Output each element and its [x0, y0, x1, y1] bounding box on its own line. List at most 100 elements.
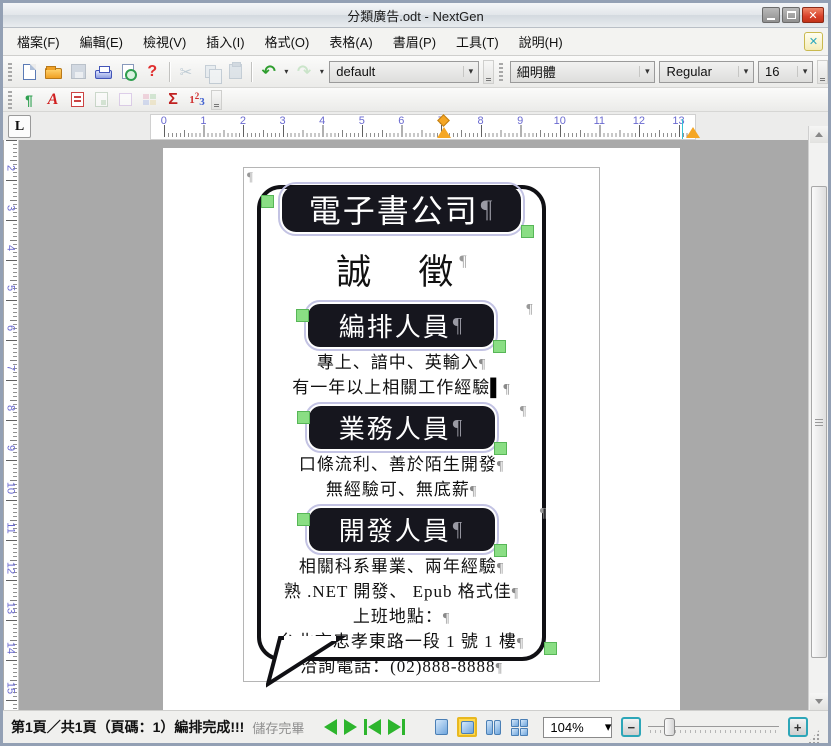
menu-item[interactable]: 檢視(V): [133, 27, 196, 56]
scrollbar-thumb[interactable]: [811, 186, 827, 658]
selection-handle[interactable]: [297, 513, 310, 526]
ad-text-line[interactable]: 熟 .NET 開發、 Epub 格式佳¶: [284, 580, 519, 605]
page-width-view-button[interactable]: [457, 717, 477, 737]
first-page-button[interactable]: [364, 719, 381, 735]
vertical-ruler[interactable]: 23456789101112131415: [4, 140, 19, 710]
speech-bubble[interactable]: 電子書公司¶ 誠 徵¶ 編排人員¶: [257, 185, 546, 661]
scroll-up-button[interactable]: [810, 126, 828, 143]
font-size-combo[interactable]: 16 ▾: [758, 61, 813, 83]
open-folder-icon: [45, 68, 62, 79]
page-format-button[interactable]: [65, 89, 89, 110]
zoom-slider[interactable]: [648, 717, 779, 737]
tab-type-button[interactable]: L: [8, 115, 31, 138]
close-button[interactable]: ✕: [802, 7, 824, 23]
toolbar-overflow-button[interactable]: [483, 60, 494, 84]
toolbar-drag-handle[interactable]: [499, 63, 503, 81]
insert-frame-button[interactable]: [113, 89, 137, 110]
text-frame[interactable]: 電子書公司¶ 誠 徵¶ 編排人員¶: [243, 167, 600, 682]
selection-handle[interactable]: [296, 309, 309, 322]
cut-button[interactable]: ✂: [174, 59, 199, 84]
two-page-view-button[interactable]: [483, 717, 503, 737]
title-bar[interactable]: 分類廣告.odt - NextGen ✕: [3, 3, 828, 28]
font-style-combo[interactable]: Regular ▾: [659, 61, 754, 83]
previous-page-button[interactable]: [324, 719, 337, 735]
ad-text-line[interactable]: 有一年以上相關工作經驗▌¶: [292, 376, 510, 401]
multi-page-view-button[interactable]: [509, 717, 529, 737]
undo-dropdown[interactable]: ▾: [281, 67, 292, 76]
job-title-box[interactable]: 業務人員¶: [309, 406, 495, 449]
chevron-down-icon[interactable]: ▾: [738, 66, 753, 77]
insert-formula-button[interactable]: Σ: [161, 89, 185, 110]
vertical-scrollbar[interactable]: [808, 126, 828, 710]
ad-text-line[interactable]: 專上、諳中、英輸入¶: [317, 351, 486, 376]
paragraph-style-combo[interactable]: default ▾: [329, 61, 479, 83]
chevron-down-icon[interactable]: ▾: [639, 66, 654, 77]
chevron-down-icon[interactable]: ▾: [797, 66, 812, 77]
menu-item[interactable]: 格式(O): [255, 27, 320, 56]
redo-button[interactable]: ↷: [292, 59, 317, 84]
document-page[interactable]: ¶ 電子書公司¶ 誠 徵¶ 編排人員¶: [163, 148, 680, 710]
selection-handle[interactable]: [521, 225, 534, 238]
numbering-button[interactable]: 123: [185, 89, 209, 110]
zoom-level-combo[interactable]: 104% ▾: [543, 717, 612, 738]
toolbar-drag-handle[interactable]: [8, 63, 12, 81]
selection-handle[interactable]: [261, 195, 274, 208]
chevron-down-icon[interactable]: ▾: [463, 66, 478, 77]
ad-text-line[interactable]: 相關科系畢業、兩年經驗¶: [299, 555, 504, 580]
single-page-view-button[interactable]: [431, 717, 451, 737]
ad-text-line[interactable]: 無經驗可、無底薪¶: [326, 478, 477, 503]
zoom-in-button[interactable]: +: [788, 717, 808, 737]
save-button[interactable]: [66, 59, 91, 84]
selection-handle[interactable]: [544, 642, 557, 655]
job-title-box[interactable]: 開發人員¶: [309, 508, 495, 551]
menu-item[interactable]: 編輯(E): [70, 27, 133, 56]
maximize-button[interactable]: [782, 7, 800, 23]
redo-dropdown[interactable]: ▾: [316, 67, 327, 76]
toolbar-overflow-button[interactable]: [817, 60, 828, 84]
paste-button[interactable]: [223, 59, 248, 84]
ad-text-line[interactable]: 上班地點：¶: [353, 605, 450, 630]
window-resize-grip[interactable]: [808, 729, 820, 743]
minimize-button[interactable]: [762, 7, 780, 23]
scroll-down-button[interactable]: [810, 693, 828, 710]
insert-chart-button[interactable]: [137, 89, 161, 110]
company-title-box[interactable]: 電子書公司¶: [282, 186, 521, 232]
headline[interactable]: 誠 徵¶: [336, 240, 466, 295]
menu-item[interactable]: 工具(T): [446, 27, 509, 56]
selection-handle[interactable]: [494, 544, 507, 557]
font-name-combo[interactable]: 細明體 ▾: [510, 61, 656, 83]
print-preview-button[interactable]: [115, 59, 140, 84]
undo-button[interactable]: ↶: [256, 59, 281, 84]
menu-item[interactable]: 檔案(F): [7, 27, 70, 56]
print-button[interactable]: [91, 59, 116, 84]
ad-text-line[interactable]: 口條流利、善於陌生開發¶: [299, 453, 504, 478]
insert-image-button[interactable]: [89, 89, 113, 110]
selection-handle[interactable]: [297, 411, 310, 424]
menu-item[interactable]: 說明(H): [509, 27, 573, 56]
horizontal-ruler[interactable]: 012345678910111213: [150, 114, 696, 140]
open-button[interactable]: [42, 59, 67, 84]
selection-handle[interactable]: [493, 340, 506, 353]
character-format-button[interactable]: A: [41, 89, 65, 110]
last-page-button[interactable]: [388, 719, 405, 735]
formatting-marks-button[interactable]: ¶: [17, 89, 41, 110]
menu-close-button[interactable]: ✕: [804, 32, 823, 51]
job-title-box[interactable]: 編排人員¶: [308, 304, 494, 347]
menu-item[interactable]: 書眉(P): [383, 27, 446, 56]
toolbar-overflow-button[interactable]: [211, 90, 222, 110]
help-button[interactable]: ?: [140, 59, 165, 84]
zoom-out-button[interactable]: −: [621, 717, 641, 737]
selection-handle[interactable]: [494, 442, 507, 455]
toolbar-separator: [251, 62, 252, 82]
menu-item[interactable]: 插入(I): [196, 27, 254, 56]
chevron-down-icon[interactable]: ▾: [605, 719, 612, 735]
document-canvas[interactable]: ¶ 電子書公司¶ 誠 徵¶ 編排人員¶: [20, 140, 807, 710]
toolbar-drag-handle[interactable]: [8, 91, 12, 109]
copy-button[interactable]: [198, 59, 223, 84]
next-page-button[interactable]: [344, 719, 357, 735]
right-indent-marker[interactable]: [686, 127, 700, 138]
slider-handle[interactable]: [664, 718, 675, 736]
new-document-button[interactable]: [17, 59, 42, 84]
menu-item[interactable]: 表格(A): [319, 27, 382, 56]
left-indent-marker[interactable]: [437, 127, 451, 138]
